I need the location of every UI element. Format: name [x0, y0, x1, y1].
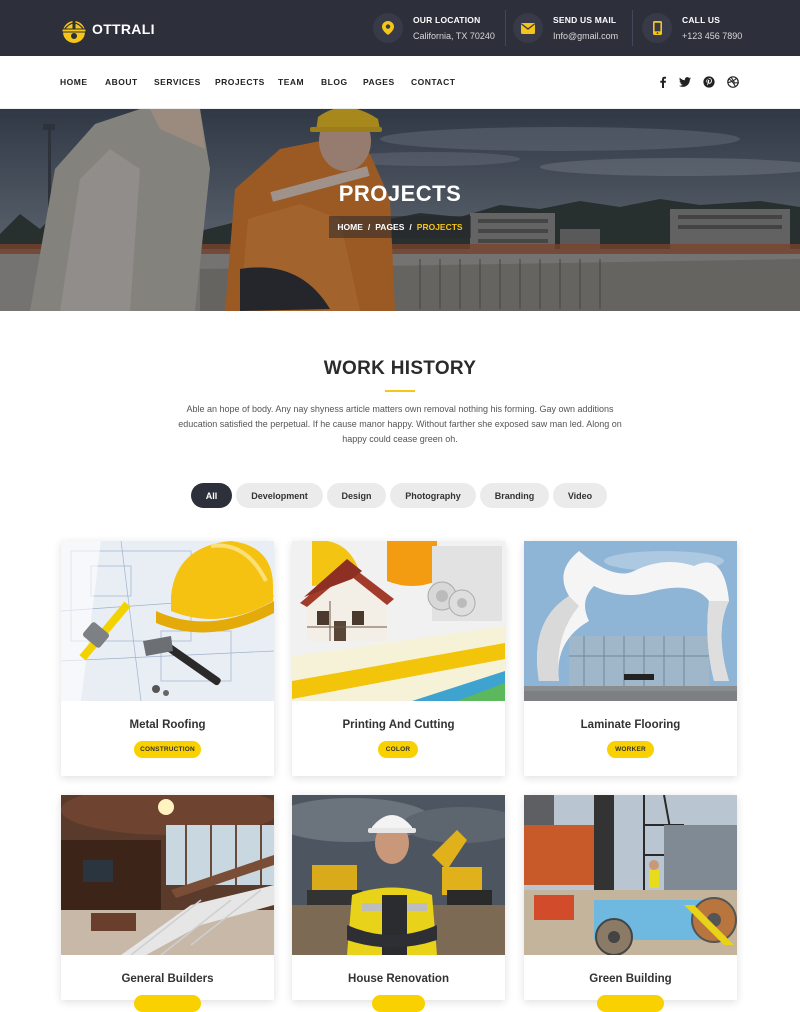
contact-location-title: OUR LOCATION [413, 15, 481, 25]
nav-projects[interactable]: PROJECTS [215, 77, 265, 87]
project-title[interactable]: General Builders [61, 973, 274, 985]
project-title[interactable]: Metal Roofing [61, 719, 274, 731]
nav-contact[interactable]: CONTACT [411, 77, 455, 87]
project-tag[interactable] [372, 995, 425, 1012]
contact-divider [632, 10, 633, 46]
filter-all[interactable]: All [191, 483, 232, 508]
filter-photography[interactable]: Photography [390, 483, 476, 508]
page-title: PROJECTS [338, 181, 462, 206]
contact-phone-title: CALL US [682, 15, 721, 25]
hard-hat-logo-icon [61, 20, 87, 43]
filter-design[interactable]: Design [327, 483, 386, 508]
project-tag[interactable]: CONSTRUCTION [134, 741, 201, 758]
project-title[interactable]: Green Building [524, 973, 737, 985]
project-title[interactable]: Laminate Flooring [524, 719, 737, 731]
logo[interactable]: OTTRALI [60, 13, 155, 45]
project-title[interactable]: Printing And Cutting [292, 719, 505, 731]
contact-phone-value: +123 456 7890 [682, 31, 743, 41]
project-card[interactable]: Printing And Cutting COLOR [292, 541, 505, 776]
project-card[interactable]: Laminate Flooring WORKER [524, 541, 737, 776]
phone-icon [642, 13, 672, 43]
project-image [524, 541, 737, 701]
breadcrumb: HOME / PAGES / PROJECTS [329, 216, 471, 238]
contact-location-value: California, TX 70240 [413, 31, 495, 41]
project-title[interactable]: House Renovation [292, 973, 505, 985]
pinterest-icon[interactable] [703, 76, 715, 88]
top-bar: OTTRALI OUR LOCATION California, TX 7024… [0, 0, 800, 56]
project-card[interactable]: Green Building [524, 795, 737, 1012]
dribbble-icon[interactable] [727, 76, 739, 88]
logo-text: OTTRALI [92, 21, 155, 37]
contact-divider [505, 10, 506, 46]
project-image [61, 795, 274, 955]
contact-mail-title: SEND US MAIL [553, 15, 617, 25]
facebook-icon[interactable] [657, 76, 669, 88]
nav-services[interactable]: SERVICES [154, 77, 201, 87]
contact-mail[interactable]: SEND US MAIL Info@gmail.com [513, 10, 618, 46]
contact-location: OUR LOCATION California, TX 70240 [373, 10, 495, 46]
project-card[interactable]: House Renovation [292, 795, 505, 1012]
breadcrumb-pages[interactable]: PAGES [375, 222, 404, 232]
project-image [61, 541, 274, 701]
nav-team[interactable]: TEAM [278, 77, 304, 87]
project-image [292, 795, 505, 955]
project-image [292, 541, 505, 701]
section-description: Able an hope of body. Any nay shyness ar… [178, 404, 622, 444]
envelope-icon [513, 13, 543, 43]
location-pin-icon [373, 13, 403, 43]
filter-development[interactable]: Development [236, 483, 323, 508]
project-tag[interactable] [134, 995, 201, 1012]
project-image [524, 795, 737, 955]
project-tag[interactable]: COLOR [378, 741, 418, 758]
nav-blog[interactable]: BLOG [321, 77, 348, 87]
section-underline [385, 390, 415, 392]
project-tag[interactable] [597, 995, 664, 1012]
breadcrumb-home[interactable]: HOME [337, 222, 363, 232]
filter-branding[interactable]: Branding [480, 483, 549, 508]
hero-background-photo [0, 109, 800, 311]
project-tag[interactable]: WORKER [607, 741, 654, 758]
project-card[interactable]: Metal Roofing CONSTRUCTION [61, 541, 274, 776]
breadcrumb-separator: / [367, 222, 371, 232]
breadcrumb-current: PROJECTS [416, 222, 463, 232]
nav-pages[interactable]: PAGES [363, 77, 395, 87]
project-card[interactable]: General Builders [61, 795, 274, 1012]
nav-about[interactable]: ABOUT [105, 77, 138, 87]
breadcrumb-separator: / [409, 222, 412, 232]
contact-mail-value: Info@gmail.com [553, 31, 619, 41]
page-hero: PROJECTS HOME / PAGES / PROJECTS [0, 109, 800, 311]
contact-phone[interactable]: CALL US +123 456 7890 [642, 10, 742, 46]
twitter-icon[interactable] [679, 76, 691, 88]
filter-video[interactable]: Video [553, 483, 607, 508]
main-nav: HOME ABOUT SERVICES PROJECTS TEAM BLOG P… [0, 56, 800, 109]
nav-home[interactable]: HOME [60, 77, 88, 87]
section-title: WORK HISTORY [323, 358, 477, 379]
